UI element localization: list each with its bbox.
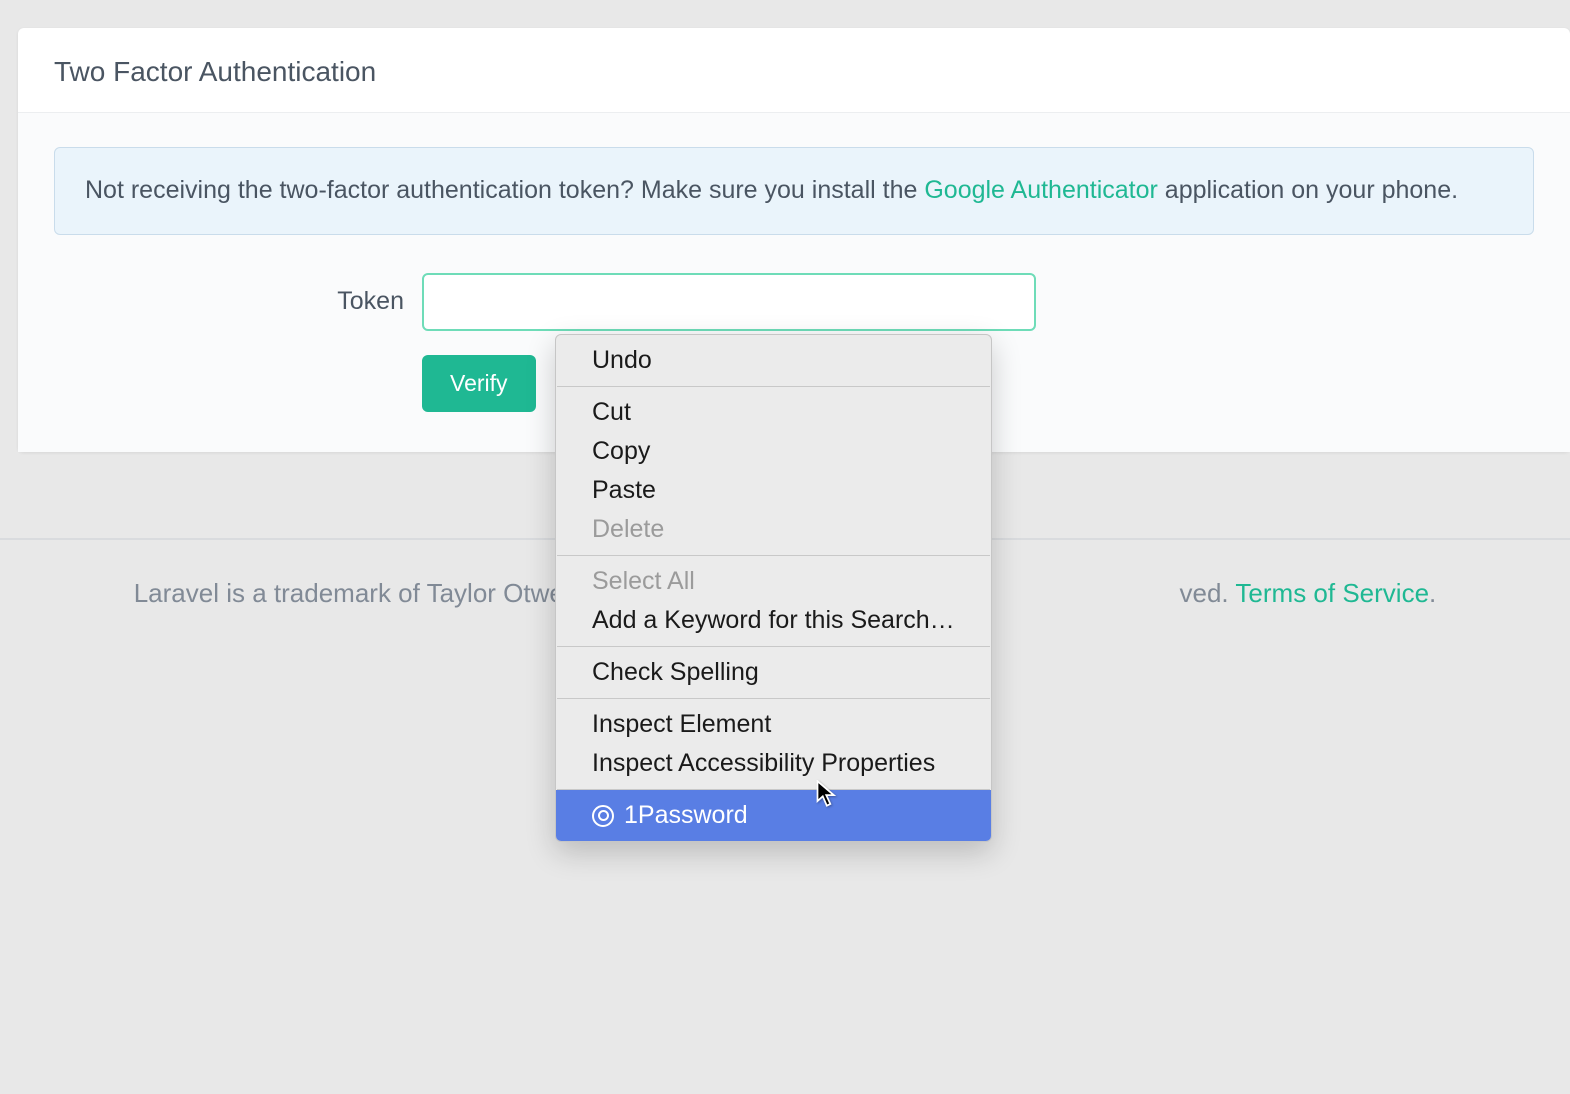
menu-item-1password[interactable]: 1Password xyxy=(556,790,991,841)
card-title: Two Factor Authentication xyxy=(18,28,1570,113)
menu-item-undo[interactable]: Undo xyxy=(556,335,991,386)
terms-of-service-link[interactable]: Terms of Service xyxy=(1235,578,1429,608)
menu-item-label: 1Password xyxy=(624,801,748,830)
menu-item-label: Check Spelling xyxy=(592,658,759,687)
token-row: Token xyxy=(54,273,1534,331)
alert-text-before: Not receiving the two-factor authenticat… xyxy=(85,176,924,204)
menu-item-copy[interactable]: Copy xyxy=(556,432,991,471)
footer-trailing: . xyxy=(1429,578,1436,608)
alert-text-after: application on your phone. xyxy=(1158,176,1458,204)
footer-text-after: ved. xyxy=(1180,578,1236,608)
menu-item-label: Undo xyxy=(592,346,652,375)
google-authenticator-link[interactable]: Google Authenticator xyxy=(924,176,1158,204)
menu-item-paste[interactable]: Paste xyxy=(556,471,991,510)
verify-button[interactable]: Verify xyxy=(422,355,536,412)
menu-item-check-spelling[interactable]: Check Spelling xyxy=(556,647,991,698)
menu-item-label: Inspect Accessibility Properties xyxy=(592,749,935,778)
menu-item-cut[interactable]: Cut xyxy=(556,387,991,432)
menu-item-label: Copy xyxy=(592,437,650,466)
menu-item-label: Cut xyxy=(592,398,631,427)
footer-text-before: Laravel is a trademark of Taylor Otwell xyxy=(134,578,576,608)
onepassword-icon xyxy=(592,805,614,827)
token-label: Token xyxy=(54,287,422,316)
menu-item-inspect-element[interactable]: Inspect Element xyxy=(556,699,991,744)
context-menu: Undo Cut Copy Paste Delete Select All Add a Ke… xyxy=(555,334,992,842)
menu-item-inspect-accessibility-properties[interactable]: Inspect Accessibility Properties xyxy=(556,744,991,789)
menu-item-add-a-keyword-for-this-search[interactable]: Add a Keyword for this Search… xyxy=(556,601,991,646)
menu-item-delete: Delete xyxy=(556,510,991,555)
info-alert: Not receiving the two-factor authenticat… xyxy=(54,147,1534,235)
token-input[interactable] xyxy=(422,273,1036,331)
menu-item-label: Paste xyxy=(592,476,656,505)
menu-item-label: Select All xyxy=(592,567,695,596)
menu-item-label: Delete xyxy=(592,515,664,544)
menu-item-label: Inspect Element xyxy=(592,710,771,739)
menu-item-label: Add a Keyword for this Search… xyxy=(592,606,955,635)
menu-item-select-all: Select All xyxy=(556,556,991,601)
